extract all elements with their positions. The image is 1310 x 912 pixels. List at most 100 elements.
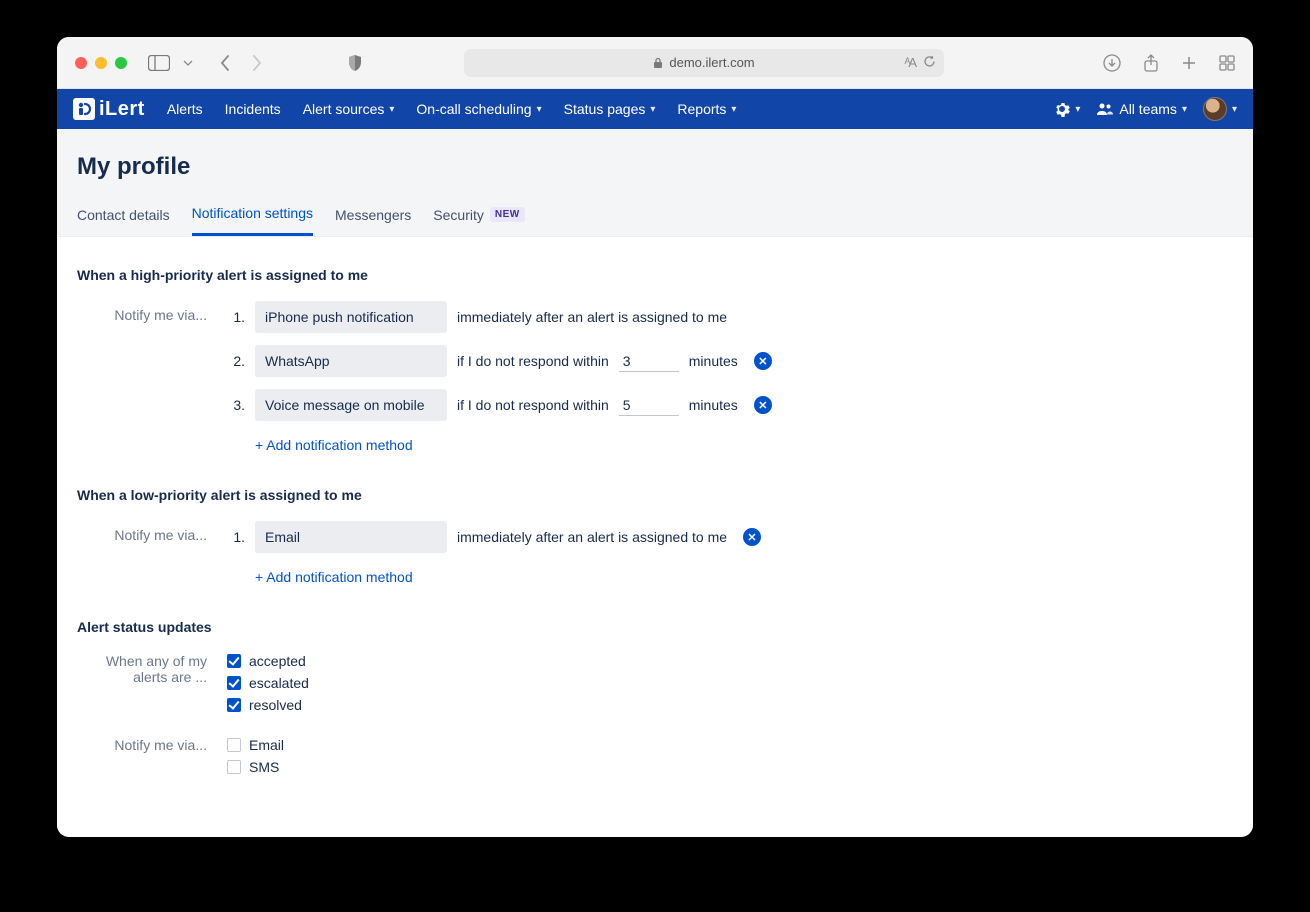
remove-rule-button[interactable]: ✕ (754, 352, 772, 370)
section-high-priority: When a high-priority alert is assigned t… (77, 267, 1233, 453)
rule-number: 1. (227, 309, 245, 325)
chevron-down-icon: ▾ (1232, 104, 1237, 115)
checkbox-label: SMS (249, 759, 279, 775)
avatar (1203, 97, 1227, 121)
minimize-window-button[interactable] (95, 57, 107, 69)
tab-label: Messengers (335, 207, 411, 223)
chevron-down-icon: ▾ (537, 104, 542, 115)
section-title: When a low-priority alert is assigned to… (77, 487, 1233, 503)
section-status-updates: Alert status updates When any of my aler… (77, 619, 1233, 781)
page-title: My profile (77, 153, 1233, 181)
checkbox-label: escalated (249, 675, 309, 691)
checkbox-label: accepted (249, 653, 306, 669)
browser-window: demo.ilert.com ᴬA (57, 37, 1253, 837)
rule-text: minutes (689, 353, 738, 369)
settings-menu[interactable]: ▾ (1054, 101, 1080, 117)
nav-item-label: Incidents (225, 101, 281, 117)
nav-item-reports[interactable]: Reports▾ (677, 101, 736, 117)
rule-number: 3. (227, 397, 245, 413)
notification-rule: 3. Voice message on mobile if I do not res… (227, 389, 1233, 421)
minutes-input[interactable] (619, 395, 679, 416)
tab-contact-details[interactable]: Contact details (77, 205, 170, 236)
section-title: When a high-priority alert is assigned t… (77, 267, 1233, 283)
team-icon (1096, 102, 1114, 116)
nav-item-on-call-scheduling[interactable]: On-call scheduling ▾ (416, 101, 541, 117)
tab-messengers[interactable]: Messengers (335, 205, 411, 236)
window-controls (75, 57, 127, 69)
nav-item-alerts[interactable]: Alerts (167, 101, 203, 117)
checkbox[interactable] (227, 738, 241, 752)
add-notification-method-link[interactable]: + Add notification method (255, 437, 413, 453)
close-window-button[interactable] (75, 57, 87, 69)
nav-item-status-pages[interactable]: Status pages ▾ (564, 101, 656, 117)
chevron-down-icon: ▾ (650, 104, 655, 115)
forward-button[interactable] (251, 54, 263, 72)
checkbox[interactable] (227, 760, 241, 774)
section-low-priority: When a low-priority alert is assigned to… (77, 487, 1233, 585)
checkbox-option: Email (227, 737, 1233, 753)
new-badge: NEW (490, 207, 525, 222)
tab-label: Security (433, 207, 484, 223)
checkbox[interactable] (227, 698, 241, 712)
checkbox-option: accepted (227, 653, 1233, 669)
section-title: Alert status updates (77, 619, 1233, 635)
page-header: My profile Contact details Notification s… (57, 129, 1253, 237)
nav-item-label: On-call scheduling (416, 101, 531, 117)
privacy-shield-icon[interactable] (347, 54, 363, 72)
url-text: demo.ilert.com (669, 55, 754, 70)
checkbox-label: resolved (249, 697, 302, 713)
checkbox-option: escalated (227, 675, 1233, 691)
rule-text: if I do not respond within (457, 353, 609, 369)
chevron-down-icon: ▾ (1075, 104, 1080, 115)
nav-item-label: Alerts (167, 101, 203, 117)
reader-icon[interactable]: ᴬA (904, 55, 915, 70)
method-select[interactable]: Email (255, 521, 447, 553)
remove-rule-button[interactable]: ✕ (754, 396, 772, 414)
tab-label: Contact details (77, 207, 170, 223)
nav-item-incidents[interactable]: Incidents (225, 101, 281, 117)
new-tab-icon[interactable] (1181, 54, 1197, 72)
brand-logo[interactable]: iLert (73, 98, 145, 121)
maximize-window-button[interactable] (115, 57, 127, 69)
user-menu[interactable]: ▾ (1203, 97, 1237, 121)
reload-icon[interactable] (923, 55, 936, 70)
checkbox-label: Email (249, 737, 284, 753)
rule-text: immediately after an alert is assigned t… (457, 529, 727, 545)
team-selector[interactable]: All teams ▾ (1096, 101, 1187, 117)
back-button[interactable] (219, 54, 231, 72)
method-select[interactable]: WhatsApp (255, 345, 447, 377)
tab-overview-icon[interactable] (1219, 54, 1235, 72)
brand-name: iLert (99, 98, 145, 121)
notification-rule: 1.Emailimmediately after an alert is ass… (227, 521, 1233, 553)
form-label: Notify me via... (77, 521, 227, 543)
chevron-down-icon: ▾ (1182, 104, 1187, 115)
minutes-input[interactable] (619, 351, 679, 372)
add-notification-method-link[interactable]: + Add notification method (255, 569, 413, 585)
rule-text: if I do not respond within (457, 397, 609, 413)
nav-item-alert-sources[interactable]: Alert sources▾ (303, 101, 395, 117)
tab-label: Notification settings (192, 205, 313, 221)
tab-security[interactable]: Security NEW (433, 205, 524, 236)
method-select[interactable]: iPhone push notification (255, 301, 447, 333)
checkbox-option: resolved (227, 697, 1233, 713)
remove-rule-button[interactable]: ✕ (743, 528, 761, 546)
content-area: When a high-priority alert is assigned t… (57, 237, 1253, 835)
nav-item-label: Status pages (564, 101, 646, 117)
gear-icon (1054, 101, 1070, 117)
share-icon[interactable] (1143, 54, 1159, 72)
checkbox[interactable] (227, 654, 241, 668)
chevron-down-icon[interactable] (183, 60, 193, 66)
checkbox[interactable] (227, 676, 241, 690)
form-label: Notify me via... (77, 301, 227, 323)
tabs: Contact details Notification settings Mess… (77, 205, 1233, 236)
nav-item-label: Alert sources (303, 101, 385, 117)
method-select[interactable]: Voice message on mobile (255, 389, 447, 421)
notification-rule: 2.WhatsAppif I do not respond withinminu… (227, 345, 1233, 377)
address-bar[interactable]: demo.ilert.com ᴬA (464, 49, 944, 77)
sidebar-toggle-icon[interactable] (145, 51, 173, 75)
downloads-icon[interactable] (1103, 54, 1121, 72)
form-label: When any of my alerts are ... (77, 653, 227, 685)
nav-item-label: Reports (677, 101, 726, 117)
tab-notification-settings[interactable]: Notification settings (192, 205, 313, 236)
rule-text: minutes (689, 397, 738, 413)
